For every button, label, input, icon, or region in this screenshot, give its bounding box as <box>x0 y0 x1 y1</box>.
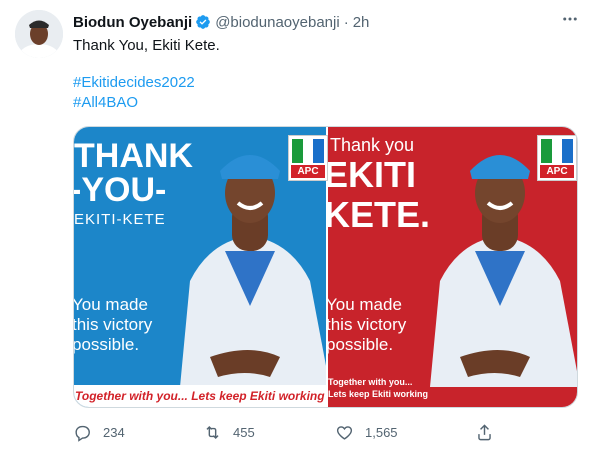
reply-count: 234 <box>103 424 125 440</box>
footer-slogan: Together with you... Lets keep Ekiti wor… <box>74 385 326 407</box>
apc-logo-label: APC <box>291 165 325 178</box>
apc-logo: APC <box>288 135 328 181</box>
pre-headline: Thank you <box>329 135 415 155</box>
footer-slogan-line: Together with you... <box>327 377 413 387</box>
retweet-icon <box>206 425 219 439</box>
headline-kete: KETE. <box>327 194 430 235</box>
hashtag-link[interactable]: #Ekitidecides2022 <box>73 73 195 93</box>
body-line: You made <box>327 295 402 314</box>
author-name[interactable]: Biodun Oyebanji <box>73 14 192 31</box>
avatar-photo <box>15 10 63 58</box>
tweet-text: Thank You, Ekiti Kete. <box>73 37 220 54</box>
reply-icon <box>75 425 90 442</box>
apc-logo-label: APC <box>540 165 574 178</box>
retweet-count: 455 <box>233 424 255 440</box>
body-line: possible. <box>74 335 140 354</box>
like-count: 1,565 <box>365 424 398 440</box>
hashtag-link[interactable]: #All4BAO <box>73 93 195 113</box>
more-icon[interactable] <box>559 10 581 32</box>
reply-button[interactable]: 234 <box>73 420 125 444</box>
headline-ekiti: EKITI <box>327 154 416 195</box>
separator-dot: · <box>343 13 349 31</box>
tweet-media[interactable]: THANK -YOU- EKITI-KETE You made this vic… <box>73 126 578 408</box>
body-line: this victory <box>327 315 407 334</box>
share-button[interactable] <box>475 420 494 444</box>
tweet-header: Biodun Oyebanji @biodunaoyebanji · 2h <box>73 12 553 32</box>
avatar[interactable] <box>15 10 63 58</box>
verified-badge-icon <box>196 15 211 29</box>
like-icon <box>336 425 353 440</box>
body-line: You made <box>74 295 148 314</box>
like-button[interactable]: 1,565 <box>335 420 398 444</box>
hashtag-list: #Ekitidecides2022 #All4BAO <box>73 73 195 113</box>
tweet-actions: 234 455 1,565 <box>73 420 573 444</box>
apc-logo: APC <box>537 135 577 181</box>
footer-slogan-line: Lets keep Ekiti working <box>327 389 429 399</box>
body-line: possible. <box>327 335 394 354</box>
timestamp[interactable]: 2h <box>353 14 370 31</box>
subline-ekiti-kete: EKITI-KETE <box>74 211 166 228</box>
headline-you: -YOU- <box>74 171 167 209</box>
author-handle[interactable]: @biodunaoyebanji <box>215 14 340 31</box>
share-icon <box>478 423 491 440</box>
body-line: this victory <box>74 315 153 334</box>
retweet-button[interactable]: 455 <box>203 420 255 444</box>
